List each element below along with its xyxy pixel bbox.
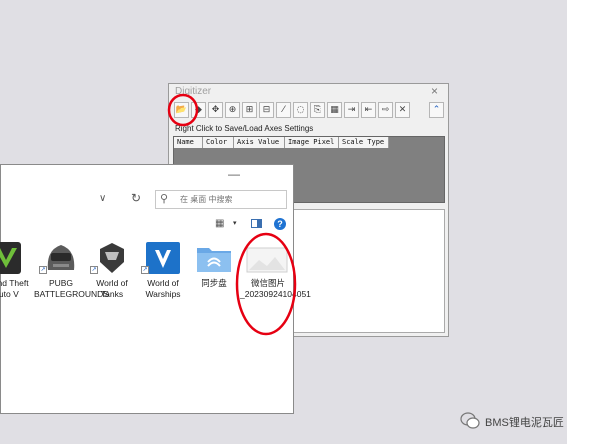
desktop-item-label: World of Tanks	[96, 278, 128, 299]
arrow-left-icon[interactable]: ⇤	[361, 102, 376, 118]
view-dropdown-arrow-icon[interactable]: ▾	[233, 219, 237, 227]
collapse-icon[interactable]: ⌃	[429, 102, 444, 118]
view-options-icon[interactable]: ▦	[215, 218, 224, 229]
axis-point-icon[interactable]: ⊕	[225, 102, 240, 118]
desktop-item-image-file[interactable]: 微信图片_20230924104051	[240, 240, 311, 318]
column-header-name[interactable]: Name	[174, 137, 203, 148]
watermark-text: BMS锂电泥瓦匠	[485, 417, 564, 429]
desktop-item-label: World of Warships	[145, 278, 181, 299]
sync-folder-icon	[197, 248, 231, 272]
clear-icon[interactable]: ✕	[395, 102, 410, 118]
desktop-item-pubg[interactable]: ↗ PUBG BATTLEGROUNDS	[34, 240, 109, 318]
desktop-item-label: Grand Theft Auto V	[0, 278, 29, 299]
chevron-down-icon[interactable]: ∨	[99, 193, 106, 204]
column-header-axis-value[interactable]: Axis Value	[234, 137, 285, 148]
grid-icon[interactable]: ▦	[327, 102, 342, 118]
export-icon[interactable]: ⇨	[378, 102, 393, 118]
gta-v-icon	[0, 242, 21, 274]
column-header-color[interactable]: Color	[203, 137, 234, 148]
open-file-icon[interactable]: 📂	[174, 102, 189, 118]
desktop-item-label: 同步盘	[201, 278, 227, 288]
add-point-icon[interactable]: ⊞	[242, 102, 257, 118]
magic-wand-icon[interactable]: ⁄	[276, 102, 291, 118]
column-header-scale-type[interactable]: Scale Type	[339, 137, 389, 148]
file-explorer-window: — ∨ ↻ ⚲ ▦ ▾ ? ↗ Grand Theft Auto V ↗ PUB…	[0, 164, 311, 414]
move-point-icon[interactable]: ⊟	[259, 102, 274, 118]
column-header-image-pixel[interactable]: Image Pixel	[285, 137, 339, 148]
search-input[interactable]	[180, 193, 284, 206]
refresh-icon[interactable]: ↻	[131, 191, 141, 205]
desktop-item-label: PUBG BATTLEGROUNDS	[34, 278, 109, 299]
desktop-item-label: 微信图片_20230924104051	[240, 278, 311, 299]
close-icon[interactable]: ×	[431, 84, 438, 98]
shortcut-arrow-icon: ↗	[39, 266, 47, 274]
help-icon[interactable]: ?	[274, 218, 286, 230]
shortcut-arrow-icon: ↗	[90, 266, 98, 274]
desktop-item-sync-folder[interactable]: 同步盘	[191, 240, 237, 318]
arrow-right-icon[interactable]: ⇥	[344, 102, 359, 118]
preview-pane-icon[interactable]	[251, 219, 262, 228]
image-file-icon	[246, 247, 288, 273]
palette-icon[interactable]: ◆	[191, 102, 206, 118]
search-icon: ⚲	[160, 193, 169, 205]
copy-icon[interactable]: ⎘	[310, 102, 325, 118]
axes-settings-hint: Right Click to Save/Load Axes Settings	[175, 124, 314, 133]
search-box[interactable]: ⚲	[155, 190, 287, 209]
digitizer-title: Digitizer	[175, 86, 212, 97]
desktop-item-world-of-warships[interactable]: ↗ World of Warships	[140, 240, 186, 318]
desktop-item-gta-v[interactable]: ↗ Grand Theft Auto V	[0, 240, 29, 318]
shortcut-arrow-icon: ↗	[141, 266, 149, 274]
wechat-icon	[460, 412, 480, 429]
desktop-item-world-of-tanks[interactable]: ↗ World of Tanks	[89, 240, 135, 318]
calibrate-icon[interactable]: ✥	[208, 102, 223, 118]
eraser-icon[interactable]: ◌	[293, 102, 308, 118]
minimize-icon[interactable]: —	[228, 167, 240, 181]
